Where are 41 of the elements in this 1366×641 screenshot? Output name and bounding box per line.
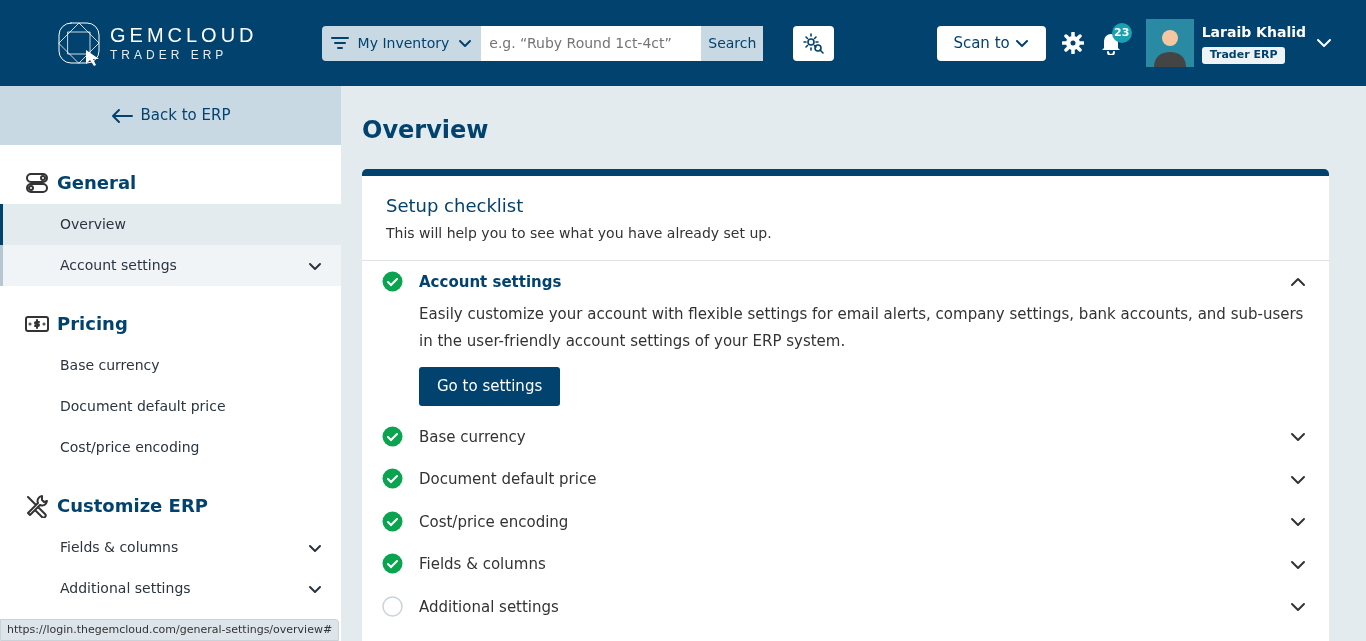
scope-dropdown[interactable]: My Inventory xyxy=(321,25,482,61)
sidebar-item[interactable]: Fields & columns xyxy=(0,527,341,568)
checklist-item-title[interactable]: Account settings xyxy=(419,270,562,294)
gear-search-icon xyxy=(802,32,825,54)
go-to-settings-button[interactable]: Go to settings xyxy=(419,367,561,406)
arrow-left-icon xyxy=(110,107,133,124)
brand-tagline: TRADER ERP xyxy=(110,49,229,61)
search-field[interactable]: e.g. “Ruby Round 1ct-4ct” xyxy=(481,25,702,61)
tools-icon xyxy=(25,493,49,518)
settings-icon[interactable] xyxy=(1061,32,1084,54)
section-heading: Pricing xyxy=(57,312,128,336)
status-url: https://login.thegemcloud.com/general-settings/overview# xyxy=(0,618,340,641)
filter-icon xyxy=(329,35,350,51)
card-subtitle: This will help you to see what you have already set up. xyxy=(386,223,773,243)
notification-count: 23 xyxy=(1111,23,1132,43)
section-heading: Customize ERP xyxy=(57,494,208,518)
sidebar-item[interactable]: Additional settings xyxy=(0,568,341,609)
sidebar-item[interactable]: Overview xyxy=(0,204,341,245)
sidebar-item[interactable]: Document default price xyxy=(0,386,341,427)
sidebar-item[interactable]: Cost/price encoding xyxy=(0,427,341,468)
page-title: Overview xyxy=(362,116,490,145)
user-name: Laraib Khalid xyxy=(1201,23,1306,43)
checklist-item-title[interactable]: Fields & columns xyxy=(419,553,546,576)
advanced-search-button[interactable] xyxy=(792,25,834,61)
sidebar-item[interactable]: Base currency xyxy=(0,345,341,386)
role-badge: Trader ERP xyxy=(1201,47,1286,64)
checklist-item-title[interactable]: Cost/price encoding xyxy=(419,510,569,534)
item-description: Easily customize your account with flexible settings for email alerts, company settings, bank accounts, and sub-users in the user-friendly account settings of your ERP system. xyxy=(419,304,1305,353)
scan-to-button[interactable]: Scan to xyxy=(937,25,1046,61)
section-heading: General xyxy=(57,171,137,195)
checklist-item-title[interactable]: Document default price xyxy=(419,468,597,491)
gem-logo-icon xyxy=(56,20,102,66)
search-button[interactable]: Search xyxy=(701,25,764,61)
checklist-item-title[interactable]: Base currency xyxy=(419,425,526,449)
toggles-icon xyxy=(25,170,49,195)
back-to-erp-link[interactable]: Back to ERP xyxy=(0,86,341,145)
checklist-item-title[interactable]: Additional settings xyxy=(419,595,559,619)
brand-name: GEMCLOUD xyxy=(110,25,258,45)
sidebar-item[interactable]: Account settings xyxy=(0,245,341,286)
card-title: Setup checklist xyxy=(386,193,525,218)
avatar-silhouette xyxy=(1145,19,1194,67)
